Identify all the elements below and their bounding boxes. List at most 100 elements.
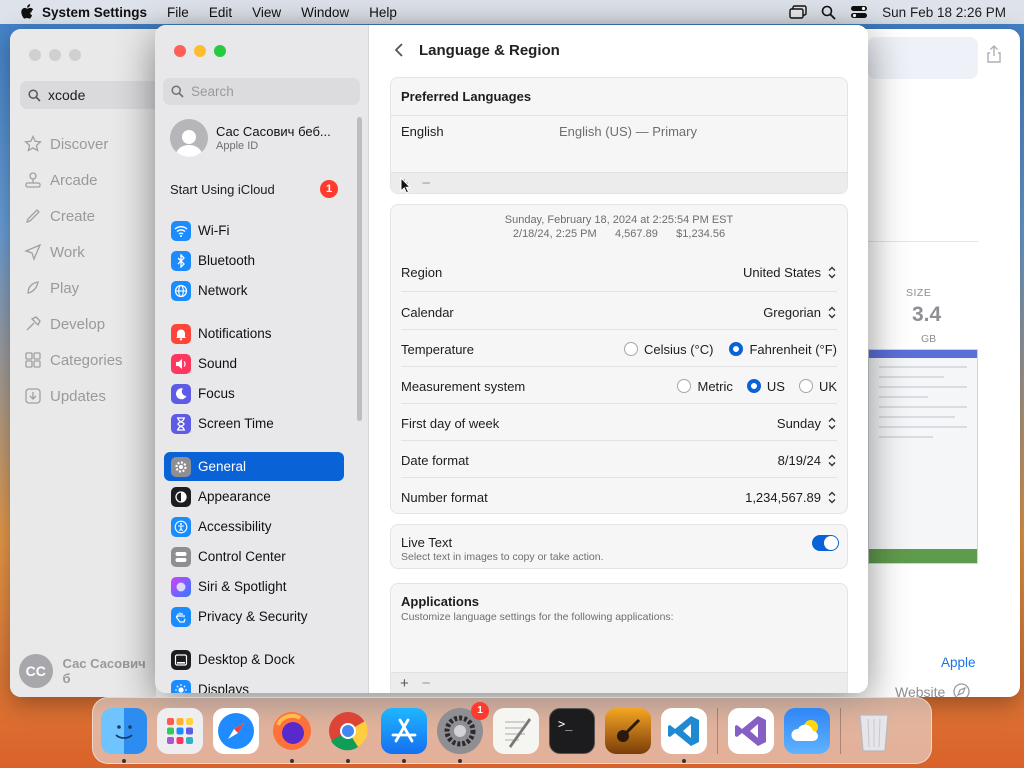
window-zoom-inactive[interactable] — [69, 49, 81, 61]
fahrenheit-label: Fahrenheit (°F) — [749, 341, 837, 357]
divider — [401, 477, 837, 478]
moon-icon — [171, 383, 191, 404]
sidebar-item-label: Desktop & Dock — [198, 652, 295, 667]
add-application-button[interactable]: + — [400, 675, 409, 692]
dock-terminal-icon[interactable]: >_ — [549, 707, 595, 754]
screen-mirroring-icon[interactable] — [789, 5, 807, 19]
control-center-icon — [171, 546, 191, 567]
dock-system-settings-icon[interactable]: 1 — [437, 701, 489, 763]
dock-finder-icon[interactable] — [101, 707, 147, 763]
app-store-search-input[interactable]: xcode — [20, 81, 160, 109]
bell-icon — [171, 323, 191, 344]
dock-separator — [717, 707, 718, 754]
first-day-label: First day of week — [401, 415, 500, 431]
divider — [401, 403, 837, 404]
nav-create[interactable]: Create — [24, 207, 95, 225]
menu-edit[interactable]: Edit — [199, 5, 242, 20]
account-button[interactable]: CC Сас Сасович б — [19, 654, 156, 688]
sidebar-item-siri[interactable]: Siri & Spotlight — [164, 572, 344, 601]
dock-notification-badge: 1 — [471, 701, 489, 720]
sidebar-item-wifi[interactable]: Wi-Fi — [164, 216, 344, 245]
nav-categories-label: Categories — [50, 351, 123, 369]
start-icloud-item[interactable]: Start Using iCloud 1 — [170, 180, 338, 198]
number-format-popup[interactable]: 1,234,567.89 — [745, 490, 837, 505]
region-value: United States — [742, 264, 821, 280]
dock-app-store-icon[interactable] — [381, 707, 427, 763]
sidebar-item-control-center[interactable]: Control Center — [164, 542, 344, 571]
sidebar-item-sound[interactable]: Sound — [164, 349, 344, 378]
sidebar-item-bluetooth[interactable]: Bluetooth — [164, 246, 344, 275]
menu-app-name[interactable]: System Settings — [36, 5, 157, 20]
menubar-clock[interactable]: Sun Feb 18 2:26 PM — [882, 5, 1006, 20]
calendar-popup[interactable]: Gregorian — [763, 305, 837, 320]
sidebar-item-label: Privacy & Security — [198, 609, 308, 624]
format-sample-date: Sunday, February 18, 2024 at 2:25:54 PM … — [504, 214, 734, 226]
window-minimize-inactive[interactable] — [49, 49, 61, 61]
sidebar-item-network[interactable]: Network — [164, 276, 344, 305]
control-center-icon[interactable] — [850, 5, 868, 19]
number-format-label: Number format — [401, 489, 488, 505]
dock-safari-icon[interactable] — [213, 707, 259, 754]
app-screenshot[interactable] — [868, 349, 978, 564]
app-store-sidebar: xcode Discover Arcade Create Work Play D… — [10, 29, 160, 697]
apple-menu-icon[interactable] — [18, 3, 36, 21]
sidebar-item-general[interactable]: General — [164, 452, 344, 481]
sidebar-item-notifications[interactable]: Notifications — [164, 319, 344, 348]
dock-vscode-icon[interactable] — [661, 707, 707, 763]
us-radio[interactable]: US — [746, 379, 785, 394]
fahrenheit-radio[interactable]: Fahrenheit (°F) — [729, 342, 837, 357]
nav-updates[interactable]: Updates — [24, 387, 106, 405]
window-close-button[interactable] — [174, 45, 186, 57]
uk-radio[interactable]: UK — [798, 379, 837, 394]
region-popup[interactable]: United States — [743, 265, 837, 280]
sidebar-scrollbar[interactable] — [357, 117, 362, 421]
gear-icon — [171, 456, 191, 477]
menu-help[interactable]: Help — [359, 5, 407, 20]
menu-window[interactable]: Window — [291, 5, 359, 20]
account-name: Сас Сасович б — [62, 656, 146, 686]
region-label: Region — [401, 264, 443, 280]
dock-weather-icon[interactable] — [784, 707, 830, 754]
settings-search-input[interactable]: Search — [163, 78, 360, 105]
sidebar-item-screen-time[interactable]: Screen Time — [164, 409, 344, 438]
sidebar-item-desktop-dock[interactable]: Desktop & Dock — [164, 645, 344, 674]
language-row[interactable]: English English (US) — Primary — [391, 115, 847, 147]
nav-develop[interactable]: Develop — [24, 315, 105, 333]
spotlight-search-icon[interactable] — [821, 5, 836, 20]
sidebar-item-accessibility[interactable]: Accessibility — [164, 512, 344, 541]
developer-link[interactable]: Apple — [941, 655, 976, 670]
nav-play[interactable]: Play — [24, 279, 79, 297]
live-text-toggle[interactable] — [812, 535, 839, 551]
dock-textedit-icon[interactable] — [493, 707, 539, 754]
sidebar-item-focus[interactable]: Focus — [164, 379, 344, 408]
menu-view[interactable]: View — [242, 5, 291, 20]
dock-chrome-icon[interactable] — [325, 708, 371, 763]
window-close-inactive[interactable] — [29, 49, 41, 61]
dock-firefox-icon[interactable] — [269, 708, 315, 763]
sidebar-item-privacy[interactable]: Privacy & Security — [164, 602, 344, 631]
website-link[interactable]: Website — [895, 683, 970, 697]
nav-discover[interactable]: Discover — [24, 135, 108, 153]
nav-arcade[interactable]: Arcade — [24, 171, 98, 189]
dock-instruments-icon[interactable] — [605, 707, 651, 754]
window-zoom-button[interactable] — [214, 45, 226, 57]
nav-work[interactable]: Work — [24, 243, 85, 261]
metric-radio[interactable]: Metric — [677, 379, 733, 394]
dock-visual-studio-icon[interactable] — [728, 707, 774, 754]
remove-language-button[interactable]: − — [422, 175, 431, 192]
nav-categories[interactable]: Categories — [24, 351, 123, 369]
first-day-popup[interactable]: Sunday — [777, 416, 837, 431]
apple-id-profile[interactable]: Сас Сасович беб... Apple ID — [170, 119, 331, 157]
menu-file[interactable]: File — [157, 5, 199, 20]
back-chevron-icon[interactable] — [392, 42, 406, 58]
window-minimize-button[interactable] — [194, 45, 206, 57]
celsius-radio[interactable]: Celsius (°C) — [623, 342, 713, 357]
date-format-row: Date format 8/19/24 — [401, 450, 837, 470]
dock-trash-icon[interactable] — [851, 708, 897, 754]
dock-launchpad-icon[interactable] — [157, 707, 203, 754]
share-icon[interactable] — [986, 45, 1002, 63]
remove-application-button[interactable]: − — [422, 675, 431, 692]
sidebar-item-displays[interactable]: Displays — [164, 675, 344, 693]
sidebar-item-appearance[interactable]: Appearance — [164, 482, 344, 511]
date-format-popup[interactable]: 8/19/24 — [778, 453, 837, 468]
